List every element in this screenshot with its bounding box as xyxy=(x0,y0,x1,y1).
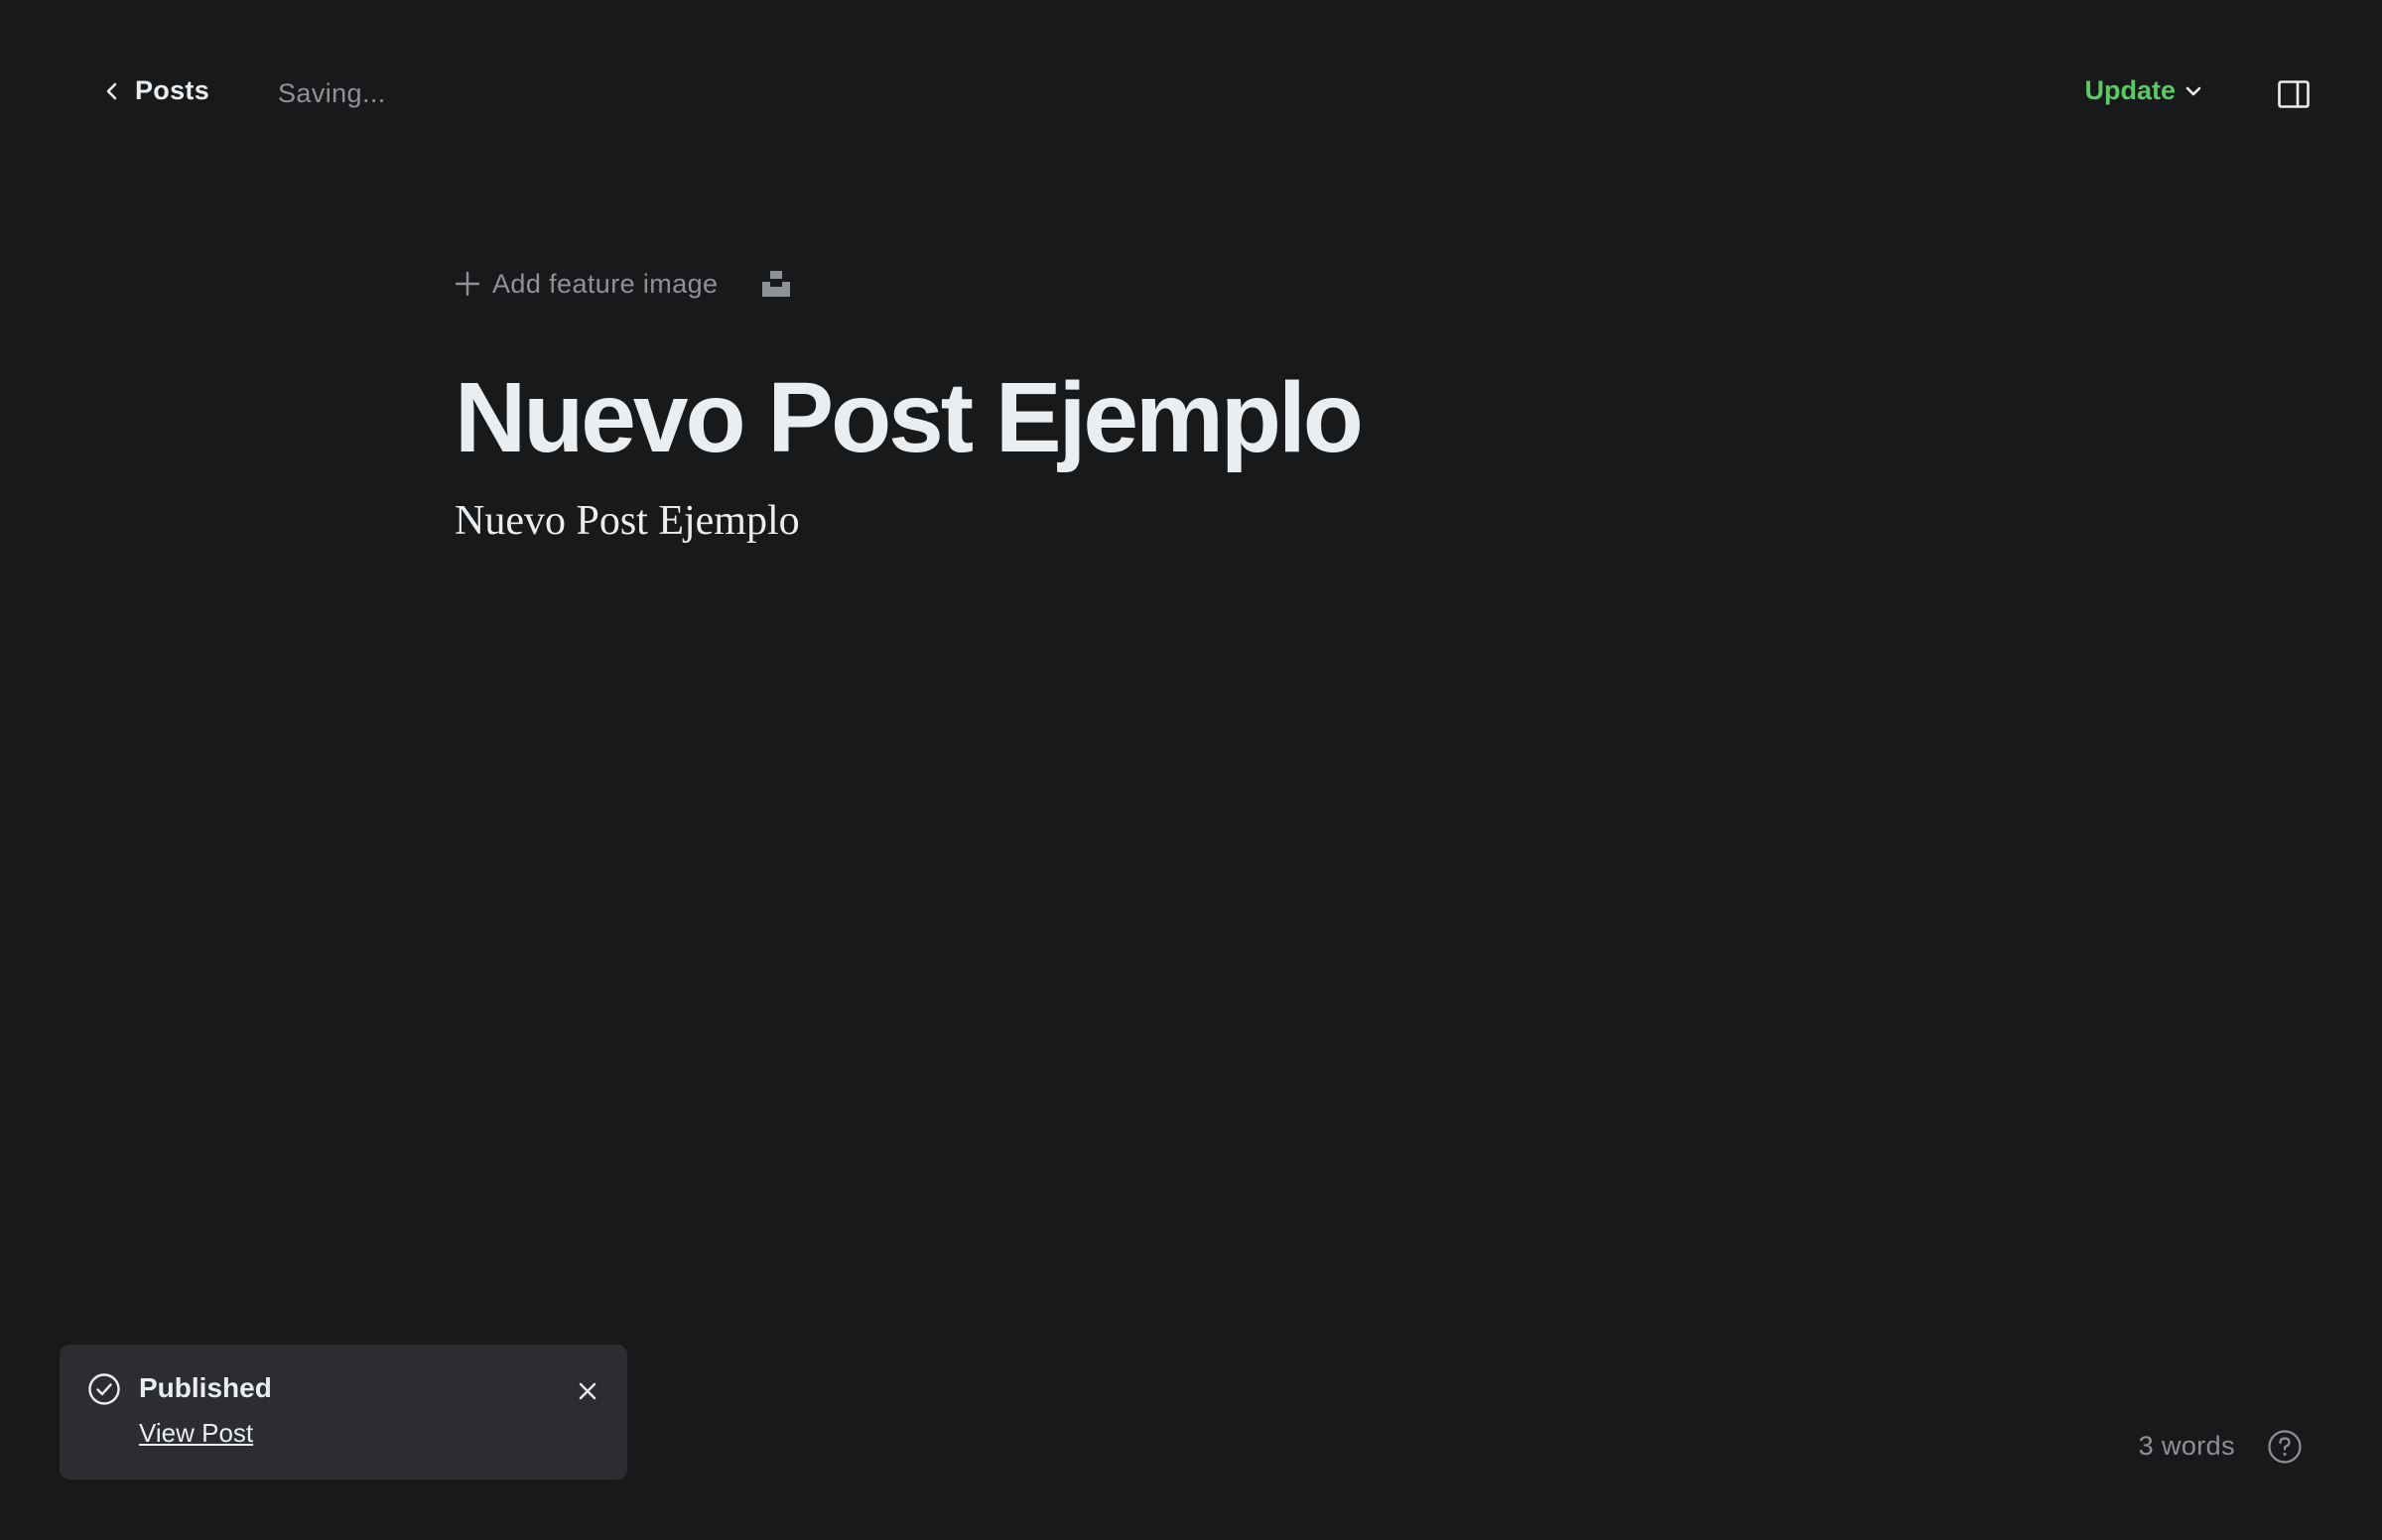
notification-title: Published xyxy=(139,1372,272,1403)
update-button-label: Update xyxy=(2084,75,2176,105)
help-icon[interactable] xyxy=(2267,1429,2303,1465)
feature-image-row: Add feature image xyxy=(455,258,1943,310)
editor-canvas: Add feature image Nuevo Post Ejemplo Nue… xyxy=(455,258,1943,549)
published-notification: Published View Post xyxy=(60,1345,627,1479)
chevron-down-icon xyxy=(2185,86,2201,95)
check-circle-icon xyxy=(88,1373,120,1405)
back-link-label: Posts xyxy=(135,75,210,105)
sidebar-toggle-icon[interactable] xyxy=(2277,77,2311,111)
plus-icon xyxy=(455,271,480,297)
add-feature-image-label: Add feature image xyxy=(492,268,719,299)
close-icon[interactable] xyxy=(576,1379,599,1403)
post-body[interactable]: Nuevo Post Ejemplo xyxy=(455,494,1943,549)
word-count: 3 words xyxy=(2138,1431,2235,1461)
view-post-link[interactable]: View Post xyxy=(139,1418,253,1449)
post-editor: Posts Saving... Update Add feature image xyxy=(0,0,2382,1540)
editor-topbar: Posts Saving... Update xyxy=(0,0,2382,191)
update-button[interactable]: Update xyxy=(2084,75,2203,106)
back-to-posts-link[interactable]: Posts xyxy=(105,75,209,106)
chevron-left-icon xyxy=(106,82,117,99)
add-feature-image-button[interactable]: Add feature image xyxy=(455,269,718,300)
save-status: Saving... xyxy=(278,78,386,108)
post-title[interactable]: Nuevo Post Ejemplo xyxy=(455,359,1943,476)
unsplash-icon[interactable] xyxy=(761,269,791,299)
